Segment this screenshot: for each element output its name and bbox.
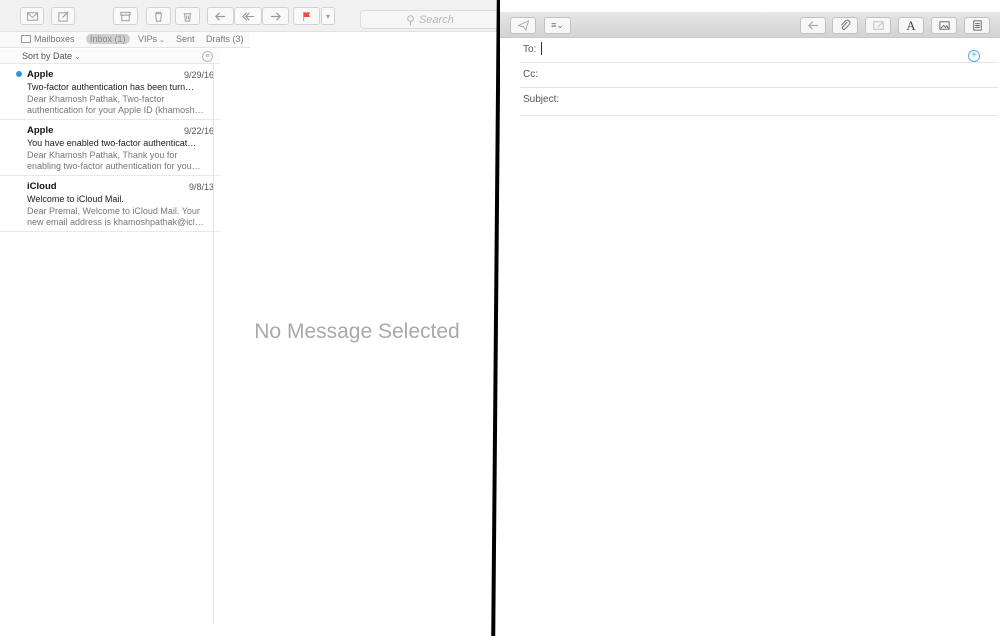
archive-icon <box>120 11 131 21</box>
send-button[interactable] <box>510 17 536 34</box>
font-a-icon: A <box>906 17 916 33</box>
markup-button[interactable] <box>865 17 891 34</box>
search-placeholder: Search <box>418 13 454 26</box>
trash-icon <box>154 11 163 22</box>
reply-icon <box>807 21 818 30</box>
sidebar-toggle-icon <box>21 35 31 43</box>
search-field[interactable]: ⚲ Search <box>360 10 500 29</box>
attach-button[interactable] <box>832 17 858 34</box>
unread-dot-icon <box>16 71 22 77</box>
favorites-bar: Mailboxes Inbox (1) VIPs ⌄ Sent Drafts (3… <box>0 32 250 48</box>
list-item[interactable]: Apple 9/22/16 You have enabled two-facto… <box>0 120 220 176</box>
message-date: 9/8/13 <box>188 182 214 192</box>
favorite-vips[interactable]: VIPs ⌄ <box>138 34 165 44</box>
sort-by-date-button[interactable]: Sort by Date ⌄ <box>22 51 80 61</box>
paperclip-icon <box>840 19 850 30</box>
mail-toolbar: ▾ ⚲ Search <box>0 0 500 32</box>
reply-button[interactable] <box>207 7 234 25</box>
mail-viewer-window: ▾ ⚲ Search Mailboxes Inbox (1) VIPs ⌄ Sen… <box>0 0 500 636</box>
message-subject: Welcome to iCloud Mail. <box>27 194 124 204</box>
to-label: To: <box>523 44 537 55</box>
junk-trash-icon <box>183 12 192 22</box>
stationery-icon <box>972 20 982 31</box>
mailboxes-button[interactable]: Mailboxes <box>21 34 75 44</box>
get-mail-button[interactable] <box>20 7 44 25</box>
compose-window: ≡⌄ A To: + Cc: Subject: <box>500 0 1000 636</box>
to-field[interactable]: To: + <box>520 38 998 63</box>
chevron-down-icon: ▾ <box>325 11 330 21</box>
add-contact-icon[interactable]: + <box>968 50 980 62</box>
paper-plane-icon <box>516 20 529 32</box>
search-icon: ⚲ <box>406 12 415 27</box>
message-list: Apple 9/29/16 Two-factor authentication … <box>0 64 220 232</box>
format-button[interactable]: A <box>898 17 924 34</box>
reply-all-icon <box>241 11 254 21</box>
chevron-down-icon: ⌄ <box>159 37 165 44</box>
message-preview: Dear Khamosh Pathak, Thank you for enabl… <box>27 150 201 171</box>
message-subject: Two-factor authentication has been turn… <box>27 82 195 92</box>
message-preview: Dear Premal, Welcome to iCloud Mail. You… <box>27 206 204 227</box>
message-sender: Apple <box>27 69 54 80</box>
subject-field[interactable]: Subject: <box>520 88 998 116</box>
header-list-icon: ≡⌄ <box>551 20 564 30</box>
message-date: 9/29/16 <box>183 70 214 80</box>
junk-button[interactable] <box>175 7 200 25</box>
message-sender: Apple <box>27 125 54 136</box>
message-sender: iCloud <box>27 181 57 192</box>
envelope-icon <box>26 11 38 21</box>
forward-arrow-icon <box>270 11 281 21</box>
list-item[interactable]: iCloud 9/8/13 Welcome to iCloud Mail. De… <box>0 176 220 232</box>
reply-button[interactable] <box>800 17 826 34</box>
filter-icon[interactable]: ≡ <box>202 51 213 62</box>
photo-icon <box>938 21 950 30</box>
stationery-button[interactable] <box>964 17 990 34</box>
message-subject: You have enabled two-factor authenticat… <box>27 138 197 148</box>
message-body[interactable] <box>520 118 998 628</box>
reply-all-button[interactable] <box>234 7 262 25</box>
archive-button[interactable] <box>113 7 138 25</box>
favorite-drafts[interactable]: Drafts (3) <box>206 34 244 44</box>
delete-button[interactable] <box>146 7 171 25</box>
compose-toolbar: ≡⌄ A <box>500 12 1000 38</box>
chevron-down-icon: ⌄ <box>74 54 81 61</box>
message-preview: Dear Khamosh Pathak, Two-factor authenti… <box>27 94 204 115</box>
flag-menu-button[interactable]: ▾ <box>321 7 335 25</box>
reply-icon <box>215 11 226 21</box>
no-message-selected-label: No Message Selected <box>254 320 460 343</box>
cc-label: Cc: <box>523 69 538 80</box>
header-fields-button[interactable]: ≡⌄ <box>544 17 571 34</box>
message-date: 9/22/16 <box>183 126 214 136</box>
compose-icon <box>57 10 69 22</box>
favorite-inbox[interactable]: Inbox (1) <box>86 34 130 44</box>
flag-icon <box>303 11 311 21</box>
photo-browser-button[interactable] <box>931 17 957 34</box>
markup-icon <box>872 21 884 30</box>
compose-button[interactable] <box>51 7 75 25</box>
favorite-sent[interactable]: Sent <box>176 34 195 44</box>
forward-button[interactable] <box>262 7 289 25</box>
pane-divider[interactable] <box>213 64 214 624</box>
subject-label: Subject: <box>523 94 560 105</box>
list-item[interactable]: Apple 9/29/16 Two-factor authentication … <box>0 64 220 120</box>
cc-field[interactable]: Cc: <box>520 63 998 88</box>
text-caret <box>541 42 542 55</box>
sort-bar: Sort by Date ⌄ ≡ <box>0 49 220 64</box>
flag-button[interactable] <box>293 7 320 25</box>
